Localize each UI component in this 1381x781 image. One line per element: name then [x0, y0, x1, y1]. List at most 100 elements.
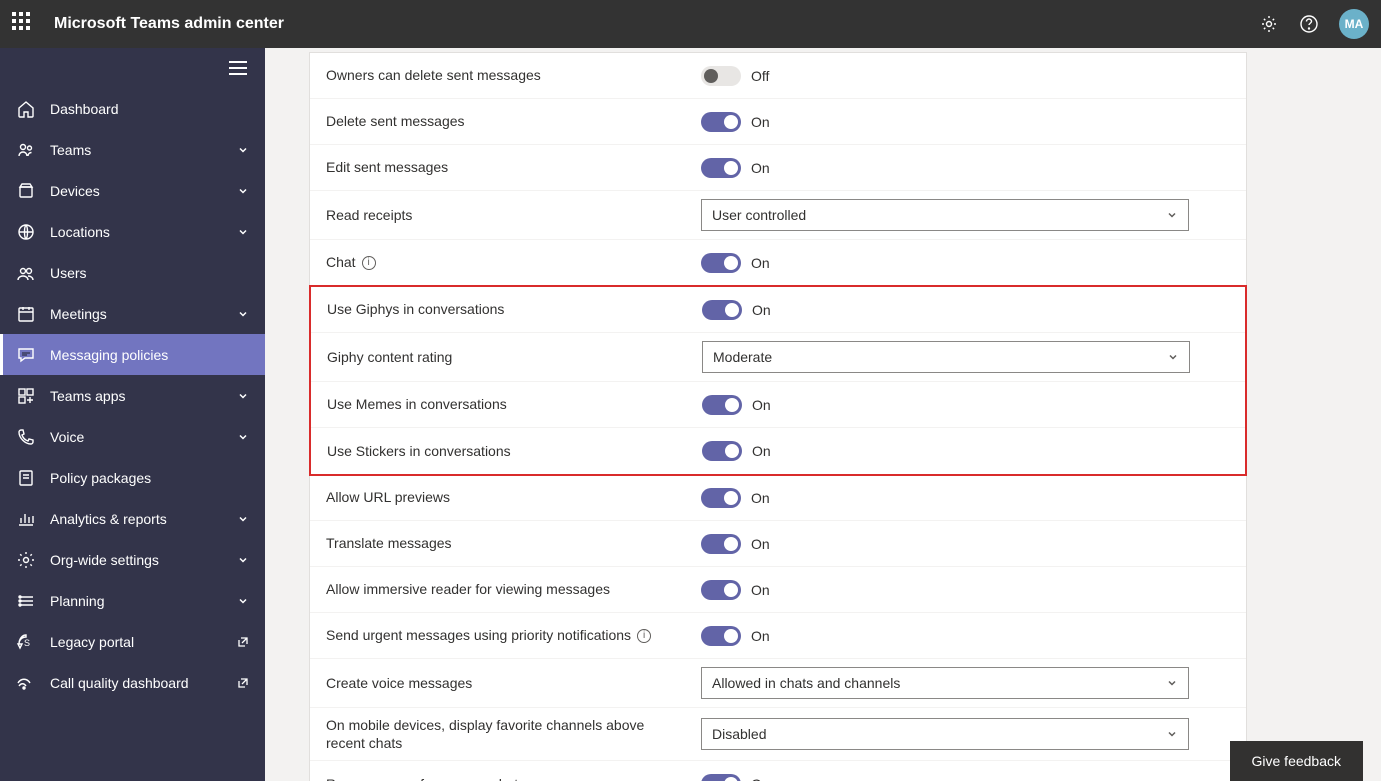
sidebar-item-label: Users: [50, 265, 249, 281]
sidebar-collapse-icon[interactable]: [229, 61, 247, 75]
sidebar-item-label: Teams: [50, 142, 237, 158]
setting-row: Chati On: [310, 240, 1246, 286]
setting-row: Allow immersive reader for viewing messa…: [310, 567, 1246, 613]
toggle-state-label: On: [751, 490, 770, 506]
sidebar-item-planning[interactable]: Planning: [0, 580, 265, 621]
home-icon: [16, 99, 36, 119]
select-value: Allowed in chats and channels: [712, 675, 900, 691]
external-link-icon: [231, 677, 249, 689]
setting-label: Translate messages: [326, 534, 701, 552]
setting-label: Use Stickers in conversations: [327, 442, 702, 460]
setting-row: Remove users from group chats On: [310, 761, 1246, 781]
setting-label: Giphy content rating: [327, 348, 702, 366]
info-icon[interactable]: i: [637, 629, 651, 643]
setting-row: Edit sent messages On: [310, 145, 1246, 191]
legacy-icon: S: [16, 632, 36, 652]
app-title: Microsoft Teams admin center: [54, 15, 1259, 33]
toggle-switch[interactable]: [702, 300, 742, 320]
setting-row: On mobile devices, display favorite chan…: [310, 708, 1246, 761]
sidebar-item-teams-apps[interactable]: Teams apps: [0, 375, 265, 416]
toggle-switch[interactable]: [701, 580, 741, 600]
highlighted-settings-group: Use Giphys in conversationsOn Giphy conte…: [309, 285, 1247, 476]
toggle-state-label: On: [751, 582, 770, 598]
sidebar-item-policy-packages[interactable]: Policy packages: [0, 457, 265, 498]
toggle-switch[interactable]: [702, 441, 742, 461]
sidebar-item-legacy-portal[interactable]: S Legacy portal: [0, 621, 265, 662]
toggle-state-label: On: [751, 160, 770, 176]
user-avatar[interactable]: MA: [1339, 9, 1369, 39]
toggle-switch[interactable]: [701, 158, 741, 178]
toggle-switch[interactable]: [701, 488, 741, 508]
setting-row: Create voice messagesAllowed in chats an…: [310, 659, 1246, 708]
toggle-state-label: On: [752, 302, 771, 318]
setting-label: Allow immersive reader for viewing messa…: [326, 580, 701, 598]
planning-icon: [16, 591, 36, 611]
chat-icon: [16, 345, 36, 365]
select-value: Disabled: [712, 726, 766, 742]
sidebar-item-devices[interactable]: Devices: [0, 170, 265, 211]
toggle-state-label: On: [751, 536, 770, 552]
setting-label: Read receipts: [326, 206, 701, 224]
toggle-state-label: On: [751, 114, 770, 130]
external-link-icon: [231, 636, 249, 648]
toggle-state-label: On: [752, 397, 771, 413]
package-icon: [16, 468, 36, 488]
select-dropdown[interactable]: User controlled: [701, 199, 1189, 231]
sidebar-item-label: Meetings: [50, 306, 237, 322]
sidebar-item-voice[interactable]: Voice: [0, 416, 265, 457]
setting-row: Use Giphys in conversationsOn: [311, 287, 1245, 333]
toggle-switch[interactable]: [701, 626, 741, 646]
sidebar-item-label: Call quality dashboard: [50, 675, 231, 691]
sidebar-item-label: Teams apps: [50, 388, 237, 404]
sidebar-item-dashboard[interactable]: Dashboard: [0, 88, 265, 129]
setting-label: Allow URL previews: [326, 488, 701, 506]
help-icon[interactable]: [1299, 14, 1319, 34]
settings-icon[interactable]: [1259, 14, 1279, 34]
chevron-down-icon: [237, 390, 249, 402]
sidebar-item-messaging-policies[interactable]: Messaging policies: [0, 334, 265, 375]
sidebar-item-users[interactable]: Users: [0, 252, 265, 293]
sidebar-item-label: Dashboard: [50, 101, 249, 117]
toggle-state-label: On: [751, 776, 770, 781]
toggle-state-label: On: [751, 255, 770, 271]
sidebar-item-teams[interactable]: Teams: [0, 129, 265, 170]
toggle-state-label: On: [752, 443, 771, 459]
globe-icon: [16, 222, 36, 242]
sidebar-item-meetings[interactable]: Meetings: [0, 293, 265, 334]
setting-row: Use Stickers in conversations On: [311, 428, 1245, 474]
main-content: Owners can delete sent messagesOffDelete…: [265, 48, 1381, 781]
chevron-down-icon: [237, 554, 249, 566]
toggle-switch[interactable]: [701, 66, 741, 86]
apps-icon: [16, 386, 36, 406]
select-dropdown[interactable]: Allowed in chats and channels: [701, 667, 1189, 699]
sidebar-item-label: Policy packages: [50, 470, 249, 486]
setting-row: Translate messages On: [310, 521, 1246, 567]
select-dropdown[interactable]: Disabled: [701, 718, 1189, 750]
setting-row: Owners can delete sent messagesOff: [310, 53, 1246, 99]
select-value: User controlled: [712, 207, 806, 223]
toggle-switch[interactable]: [701, 534, 741, 554]
give-feedback-button[interactable]: Give feedback: [1230, 741, 1364, 781]
sidebar-item-locations[interactable]: Locations: [0, 211, 265, 252]
setting-label: Edit sent messages: [326, 158, 701, 176]
setting-label: Remove users from group chats: [326, 775, 701, 781]
app-launcher-icon[interactable]: [12, 12, 36, 36]
select-dropdown[interactable]: Moderate: [702, 341, 1190, 373]
setting-label: Chati: [326, 253, 701, 271]
setting-label: On mobile devices, display favorite chan…: [326, 716, 701, 752]
toggle-switch[interactable]: [702, 395, 742, 415]
sidebar-item-label: Devices: [50, 183, 237, 199]
settings-panel: Owners can delete sent messagesOffDelete…: [309, 52, 1247, 781]
sidebar-item-analytics-reports[interactable]: Analytics & reports: [0, 498, 265, 539]
sidebar-item-call-quality-dashboard[interactable]: Call quality dashboard: [0, 662, 265, 703]
toggle-switch[interactable]: [701, 253, 741, 273]
toggle-switch[interactable]: [701, 774, 741, 781]
info-icon[interactable]: i: [362, 256, 376, 270]
sidebar-item-label: Planning: [50, 593, 237, 609]
toggle-switch[interactable]: [701, 112, 741, 132]
svg-text:S: S: [24, 638, 30, 648]
sidebar-item-org-wide-settings[interactable]: Org-wide settings: [0, 539, 265, 580]
devices-icon: [16, 181, 36, 201]
sidebar-item-label: Legacy portal: [50, 634, 231, 650]
sidebar-item-label: Org-wide settings: [50, 552, 237, 568]
